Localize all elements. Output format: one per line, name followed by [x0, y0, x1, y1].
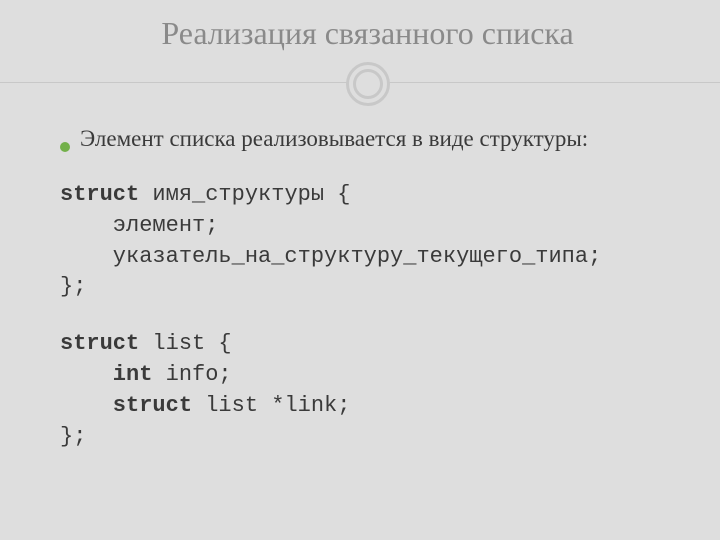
ring-inner-icon [353, 69, 383, 99]
code-text: list *link; [192, 393, 350, 418]
code-text: имя_структуры { [139, 182, 350, 207]
bullet-icon [60, 142, 70, 152]
keyword-struct: struct [60, 182, 139, 207]
code-text: элемент; [60, 213, 218, 238]
code-text: list { [139, 331, 231, 356]
keyword-struct: struct [60, 331, 139, 356]
slide-title: Реализация связанного списка [60, 15, 675, 52]
divider-ornament [60, 60, 675, 108]
code-text: }; [60, 274, 86, 299]
bullet-text: Элемент списка реализовывается в виде ст… [80, 126, 588, 152]
slide: Реализация связанного списка Элемент спи… [0, 0, 720, 540]
keyword-int: int [60, 362, 152, 387]
code-text: указатель_на_структуру_текущего_типа; [60, 244, 601, 269]
code-text: info; [152, 362, 231, 387]
code-block-2: struct list { int info; struct list *lin… [60, 329, 675, 452]
code-text: }; [60, 424, 86, 449]
keyword-struct: struct [60, 393, 192, 418]
code-block-1: struct имя_структуры { элемент; указател… [60, 180, 675, 303]
bullet-item: Элемент списка реализовывается в виде ст… [60, 126, 675, 152]
